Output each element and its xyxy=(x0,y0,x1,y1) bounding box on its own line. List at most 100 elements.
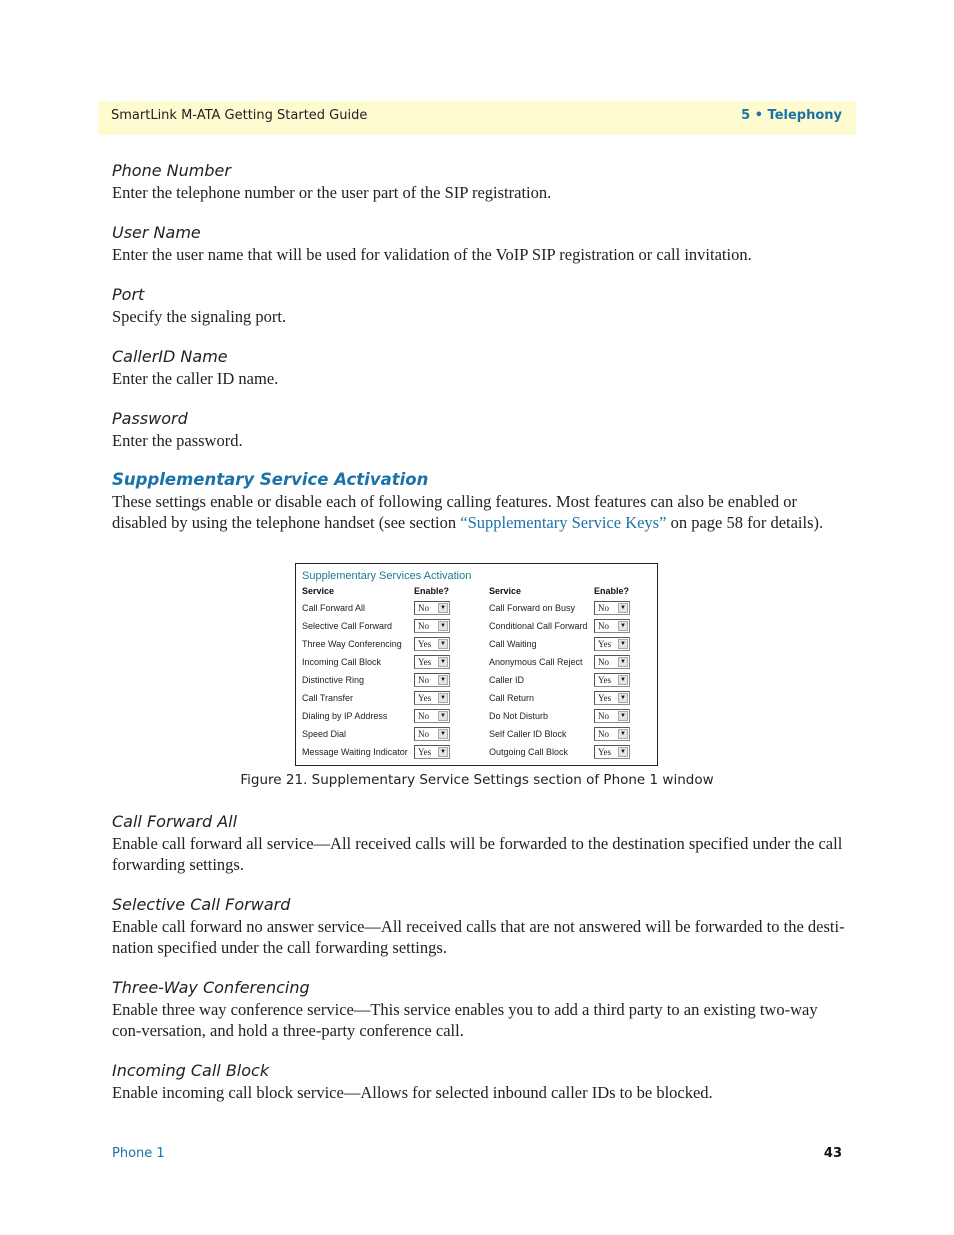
term-password: Password xyxy=(112,409,188,428)
enable-select[interactable]: Yes ▼ xyxy=(414,745,450,759)
enable-select[interactable]: No ▼ xyxy=(594,727,630,741)
service-label: Three Way Conferencing xyxy=(302,639,402,649)
term-callerid-name: CallerID Name xyxy=(112,347,228,366)
dropdown-arrow-icon[interactable]: ▼ xyxy=(618,603,628,613)
figure-panel-title: Supplementary Services Activation xyxy=(302,570,472,582)
dropdown-arrow-icon[interactable]: ▼ xyxy=(438,675,448,685)
dropdown-arrow-icon[interactable]: ▼ xyxy=(618,747,628,757)
desc-selective-call-forward: Enable call forward no answer service—Al… xyxy=(112,917,845,957)
figure-caption: Figure 21. Supplementary Service Setting… xyxy=(240,772,714,788)
service-label: Call Return xyxy=(489,693,535,703)
term-phone-number: Phone Number xyxy=(112,161,231,180)
section-intro: These settings enable or disable each of… xyxy=(112,491,847,533)
enable-select[interactable]: Yes ▼ xyxy=(414,655,450,669)
enable-select[interactable]: No ▼ xyxy=(414,709,450,723)
enable-select[interactable]: Yes ▼ xyxy=(414,691,450,705)
enable-select[interactable]: No ▼ xyxy=(414,619,450,633)
enable-value: Yes xyxy=(418,747,432,757)
dropdown-arrow-icon[interactable]: ▼ xyxy=(438,693,448,703)
dropdown-arrow-icon[interactable]: ▼ xyxy=(618,711,628,721)
feature-definitions: Call Forward All Enable call forward all… xyxy=(112,811,847,1122)
enable-value: Yes xyxy=(598,693,612,703)
footer-section: Phone 1 xyxy=(112,1146,165,1161)
service-label: Distinctive Ring xyxy=(302,675,365,685)
term-incoming-call-block: Incoming Call Block xyxy=(112,1061,270,1080)
dropdown-arrow-icon[interactable]: ▼ xyxy=(438,747,448,757)
term-three-way-conferencing: Three-Way Conferencing xyxy=(112,978,310,997)
service-label: Dialing by IP Address xyxy=(302,711,388,721)
dropdown-arrow-icon[interactable]: ▼ xyxy=(438,711,448,721)
enable-select[interactable]: Yes ▼ xyxy=(594,637,630,651)
dropdown-arrow-icon[interactable]: ▼ xyxy=(618,639,628,649)
dropdown-arrow-icon[interactable]: ▼ xyxy=(438,729,448,739)
dropdown-arrow-icon[interactable]: ▼ xyxy=(438,657,448,667)
running-header: SmartLink M-ATA Getting Started Guide 5 … xyxy=(98,101,856,135)
header-service: Service xyxy=(489,586,522,596)
desc-port: Specify the signaling port. xyxy=(112,307,287,326)
dropdown-arrow-icon[interactable]: ▼ xyxy=(618,621,628,631)
term-call-forward-all: Call Forward All xyxy=(112,812,238,831)
enable-select[interactable]: Yes ▼ xyxy=(594,673,630,687)
service-label: Anonymous Call Reject xyxy=(489,657,583,667)
enable-value: No xyxy=(598,711,609,721)
enable-select[interactable]: Yes ▼ xyxy=(594,745,630,759)
term-user-name: User Name xyxy=(112,223,201,242)
enable-value: No xyxy=(418,729,429,739)
desc-three-way-conferencing: Enable three way conference service—This… xyxy=(112,1000,818,1040)
desc-callerid-name: Enter the caller ID name. xyxy=(112,369,279,388)
guide-title: SmartLink M-ATA Getting Started Guide xyxy=(111,108,368,123)
service-label: Call Forward All xyxy=(302,603,366,613)
service-label: Call Transfer xyxy=(302,693,354,703)
header-enable: Enable? xyxy=(594,586,630,596)
enable-select[interactable]: No ▼ xyxy=(594,655,630,669)
service-label: Speed Dial xyxy=(302,729,347,739)
enable-value: Yes xyxy=(598,639,612,649)
enable-value: No xyxy=(598,729,609,739)
desc-user-name: Enter the user name that will be used fo… xyxy=(112,245,752,264)
dropdown-arrow-icon[interactable]: ▼ xyxy=(438,603,448,613)
field-definitions: Phone Number Enter the telephone number … xyxy=(112,160,847,552)
dropdown-arrow-icon[interactable]: ▼ xyxy=(438,621,448,631)
header-enable: Enable? xyxy=(414,586,450,596)
enable-value: No xyxy=(418,675,429,685)
enable-select[interactable]: No ▼ xyxy=(414,601,450,615)
enable-select[interactable]: No ▼ xyxy=(414,727,450,741)
enable-value: No xyxy=(418,711,429,721)
dropdown-arrow-icon[interactable]: ▼ xyxy=(618,729,628,739)
section-title: Supplementary Service Activation xyxy=(112,470,429,489)
page-number: 43 xyxy=(823,1146,842,1161)
enable-select[interactable]: No ▼ xyxy=(594,709,630,723)
dropdown-arrow-icon[interactable]: ▼ xyxy=(618,675,628,685)
term-port: Port xyxy=(112,285,145,304)
enable-select[interactable]: No ▼ xyxy=(594,619,630,633)
desc-phone-number: Enter the telephone number or the user p… xyxy=(112,183,552,202)
enable-select[interactable]: No ▼ xyxy=(414,673,450,687)
enable-value: Yes xyxy=(418,693,432,703)
enable-value: No xyxy=(598,657,609,667)
chapter-label: 5 • Telephony xyxy=(741,108,842,123)
enable-value: No xyxy=(418,621,429,631)
dropdown-arrow-icon[interactable]: ▼ xyxy=(438,639,448,649)
service-label: Call Forward on Busy xyxy=(489,603,576,613)
dropdown-arrow-icon[interactable]: ▼ xyxy=(618,693,628,703)
service-label: Call Waiting xyxy=(489,639,537,649)
dropdown-arrow-icon[interactable]: ▼ xyxy=(618,657,628,667)
enable-value: Yes xyxy=(598,675,612,685)
service-label: Self Caller ID Block xyxy=(489,729,567,739)
service-label: Caller ID xyxy=(489,675,525,685)
enable-select[interactable]: No ▼ xyxy=(594,601,630,615)
enable-value: Yes xyxy=(418,639,432,649)
enable-select[interactable]: Yes ▼ xyxy=(594,691,630,705)
enable-value: Yes xyxy=(418,657,432,667)
enable-value: Yes xyxy=(598,747,612,757)
enable-value: No xyxy=(418,603,429,613)
service-label: Do Not Disturb xyxy=(489,711,549,721)
service-label: Message Waiting Indicator xyxy=(302,747,408,757)
header-service: Service xyxy=(302,586,335,596)
service-label: Conditional Call Forward xyxy=(489,621,588,631)
service-label: Selective Call Forward xyxy=(302,621,393,631)
enable-select[interactable]: Yes ▼ xyxy=(414,637,450,651)
enable-value: No xyxy=(598,621,609,631)
supplementary-services-figure: Supplementary Services Activation Servic… xyxy=(295,563,658,766)
supplementary-keys-link[interactable]: “Supplementary Service Keys” xyxy=(460,513,666,532)
